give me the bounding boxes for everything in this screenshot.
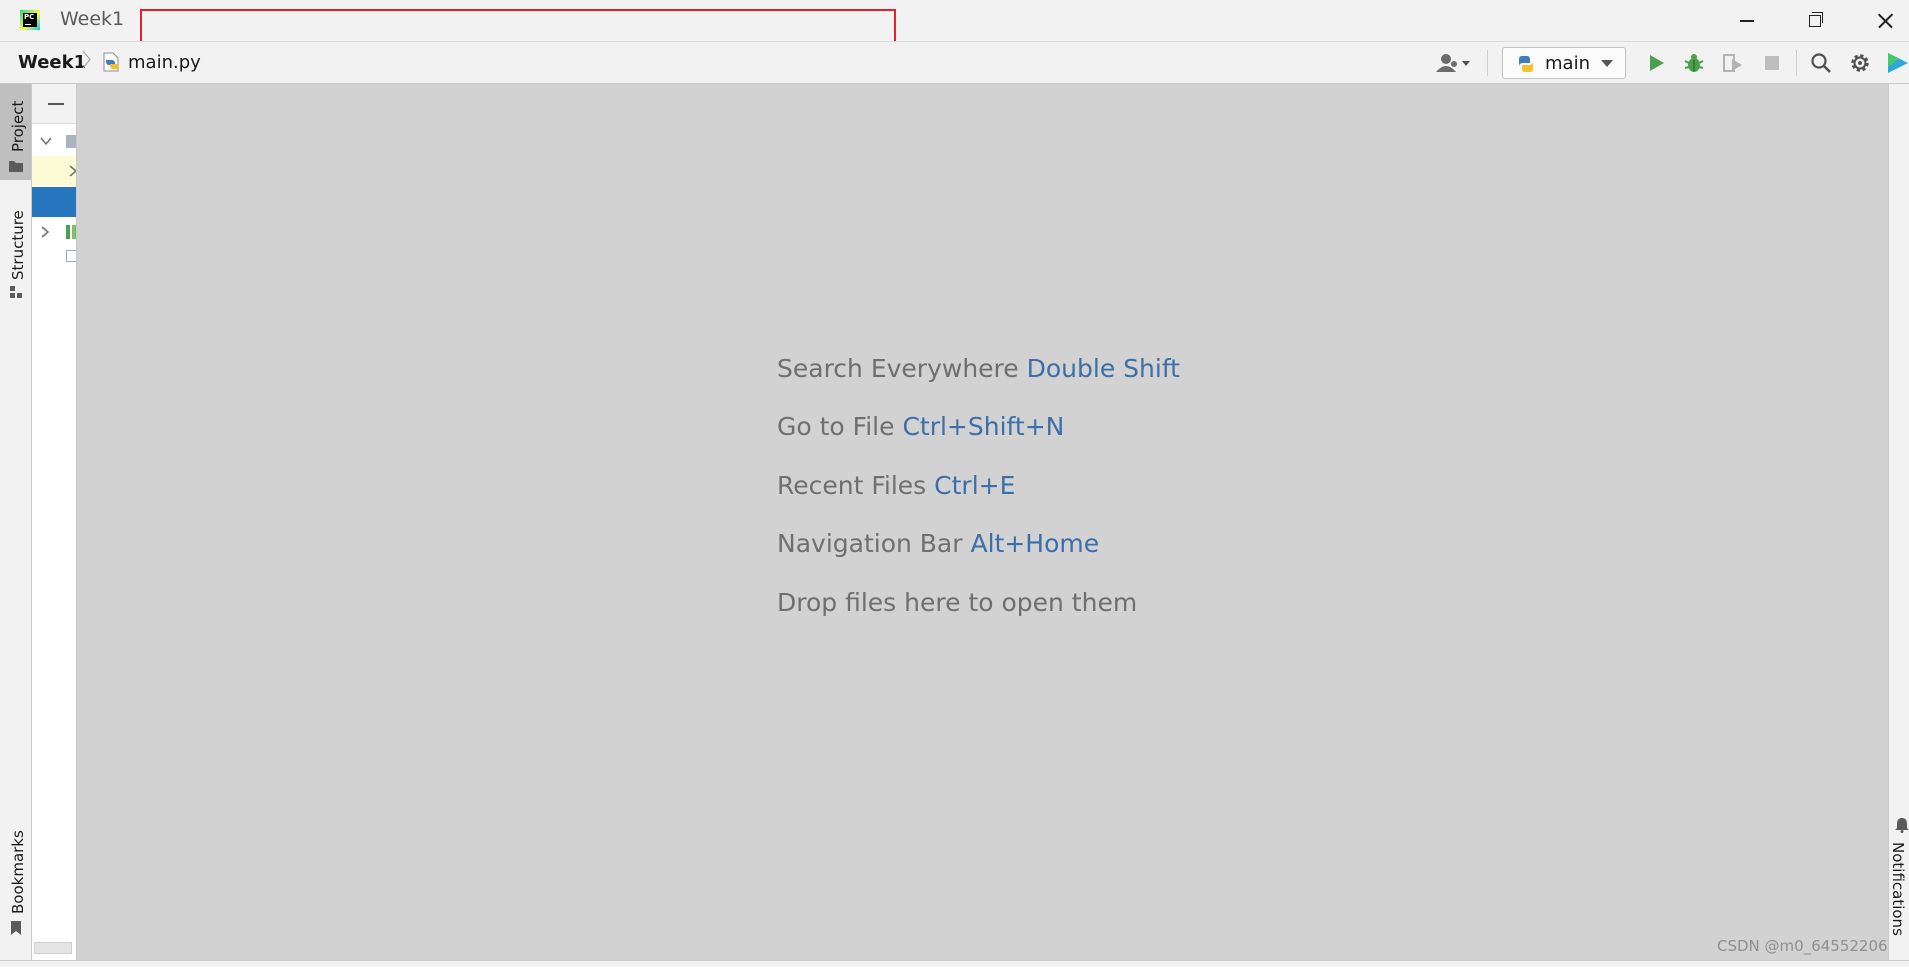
horizontal-scrollbar[interactable] [34,942,72,954]
chevron-down-icon [40,137,52,146]
debug-icon[interactable] [1682,51,1706,75]
folder-icon [9,161,23,172]
hint-shortcut: Ctrl+E [934,471,1016,500]
minimize-icon [1740,20,1754,22]
tree-row[interactable] [32,156,76,186]
run-config-label: main [1545,53,1590,74]
bookmark-icon [11,921,21,935]
toolbar-separator [1796,50,1797,76]
hint-search-everywhere: Search Everywhere Double Shift [777,354,1180,383]
left-tool-strip: Project Structure Bookmarks [0,84,32,960]
hint-drop-files: Drop files here to open them [777,588,1138,617]
project-panel-header [32,84,76,124]
tab-bookmarks-label: Bookmarks [9,830,27,914]
hint-label: Navigation Bar [777,529,963,558]
stop-icon[interactable] [1760,51,1784,75]
chevron-right-icon [69,165,76,177]
tree-row-selected[interactable] [32,187,76,217]
tab-notifications-label: Notifications [1889,842,1907,936]
hint-recent-files: Recent Files Ctrl+E [777,471,1015,500]
breadcrumb-file[interactable]: main.py [128,52,201,73]
library-icon [72,225,76,239]
close-button[interactable] [1850,0,1909,41]
tab-project[interactable]: Project [0,84,31,180]
run-config-select[interactable]: main [1502,47,1626,79]
bell-icon [1895,818,1909,833]
watermark: CSDN @m0_64552206 [1717,937,1888,955]
user-icon [1436,54,1470,72]
restore-button[interactable] [1781,0,1849,41]
tab-project-label: Project [9,100,27,152]
project-panel [32,84,77,960]
hint-go-to-file: Go to File Ctrl+Shift+N [777,412,1064,441]
hint-label: Go to File [777,412,895,441]
scratches-icon [66,250,76,262]
hint-shortcut: Alt+Home [970,529,1100,558]
minimize-button[interactable] [1712,0,1780,41]
right-tool-strip: Notifications [1888,84,1909,960]
breadcrumb-project[interactable]: Week1 [18,52,86,73]
search-icon[interactable] [1809,51,1833,75]
tree-row[interactable] [32,244,76,274]
library-icon [66,225,70,239]
tab-structure-label: Structure [9,210,27,280]
hint-label: Recent Files [777,471,927,500]
hint-shortcut: Ctrl+Shift+N [902,412,1065,441]
chevron-right-icon [82,50,91,69]
python-file-icon [103,52,119,72]
toolbar-separator [1487,50,1488,76]
plugin-logo-icon[interactable] [1886,51,1909,75]
highlight-box [140,9,896,43]
tree-row[interactable] [32,217,76,247]
chevron-right-icon [41,226,50,238]
collapse-panel-button[interactable] [48,103,64,105]
navigation-bar: Week1 main.py main [0,41,1909,84]
user-menu-button[interactable] [1432,50,1476,76]
chevron-down-icon [1601,60,1613,67]
pycharm-logo-icon: PC [20,10,40,30]
title-bar: PC Week1 [0,0,1909,43]
python-icon [1519,56,1533,72]
gear-icon[interactable] [1848,51,1872,75]
run-icon[interactable] [1644,51,1668,75]
structure-icon [10,286,22,298]
folder-icon [66,135,76,148]
hint-navigation-bar: Navigation Bar Alt+Home [777,529,1099,558]
hint-label: Search Everywhere [777,354,1019,383]
editor-empty-area[interactable]: Search Everywhere Double Shift Go to Fil… [77,84,1888,960]
tree-row[interactable] [32,126,76,156]
coverage-icon[interactable] [1720,51,1744,75]
hint-shortcut: Double Shift [1026,354,1180,383]
window-title: Week1 [60,8,125,30]
